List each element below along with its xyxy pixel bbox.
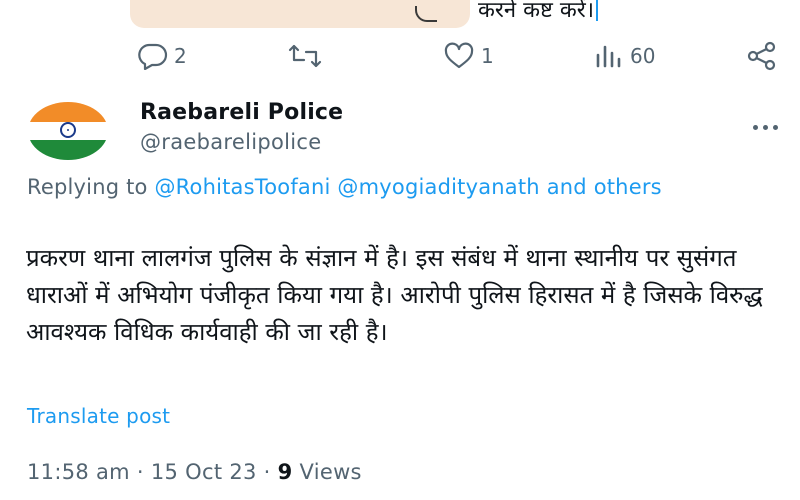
- flag-green-band: [28, 140, 108, 160]
- flag-saffron-band: [28, 102, 108, 122]
- view-count: 60: [630, 44, 656, 68]
- flag-white-band: [28, 122, 108, 140]
- views-icon: [594, 42, 624, 70]
- mention-link[interactable]: @myogiadityanath: [337, 175, 539, 199]
- retweet-button[interactable]: [288, 40, 328, 72]
- share-icon: [746, 41, 778, 71]
- others-link[interactable]: others: [594, 175, 662, 199]
- views-count: 9: [277, 460, 293, 484]
- like-button[interactable]: 1: [443, 40, 494, 72]
- mention-link[interactable]: @RohitasToofani: [154, 175, 330, 199]
- reply-button[interactable]: 2: [138, 40, 187, 72]
- avatar[interactable]: [28, 102, 108, 160]
- tweet-body: प्रकरण थाना लालगंज पुलिस के संज्ञान में …: [26, 244, 763, 346]
- media-detail: [415, 6, 437, 22]
- previous-tweet-text: करने कष्ट करें।: [478, 0, 668, 28]
- tweet-meta: 11:58 am · 15 Oct 23 · 9 Views: [27, 460, 362, 484]
- display-name[interactable]: Raebareli Police: [140, 100, 343, 125]
- previous-tweet-media[interactable]: [130, 0, 470, 28]
- more-icon[interactable]: [748, 110, 782, 144]
- tweet-date[interactable]: 15 Oct 23: [151, 460, 257, 484]
- replying-label: Replying to: [27, 175, 148, 199]
- tweet-action-bar: 2 1 60: [0, 34, 800, 78]
- share-button[interactable]: [746, 40, 778, 72]
- like-icon: [443, 42, 475, 70]
- mention-and[interactable]: and: [547, 175, 587, 199]
- retweet-icon: [288, 42, 322, 70]
- views-button[interactable]: 60: [594, 40, 655, 72]
- user-handle[interactable]: @raebarelipolice: [140, 130, 322, 154]
- text-caret: [596, 0, 599, 21]
- reply-count: 2: [174, 44, 187, 68]
- translate-post-link[interactable]: Translate post: [27, 404, 170, 428]
- reply-icon: [138, 42, 168, 70]
- chakra-icon: [60, 122, 76, 138]
- tweet-time[interactable]: 11:58 am: [27, 460, 130, 484]
- like-count: 1: [481, 44, 494, 68]
- views-label: Views: [299, 460, 362, 484]
- replying-to: Replying to @RohitasToofani @myogiaditya…: [27, 172, 800, 202]
